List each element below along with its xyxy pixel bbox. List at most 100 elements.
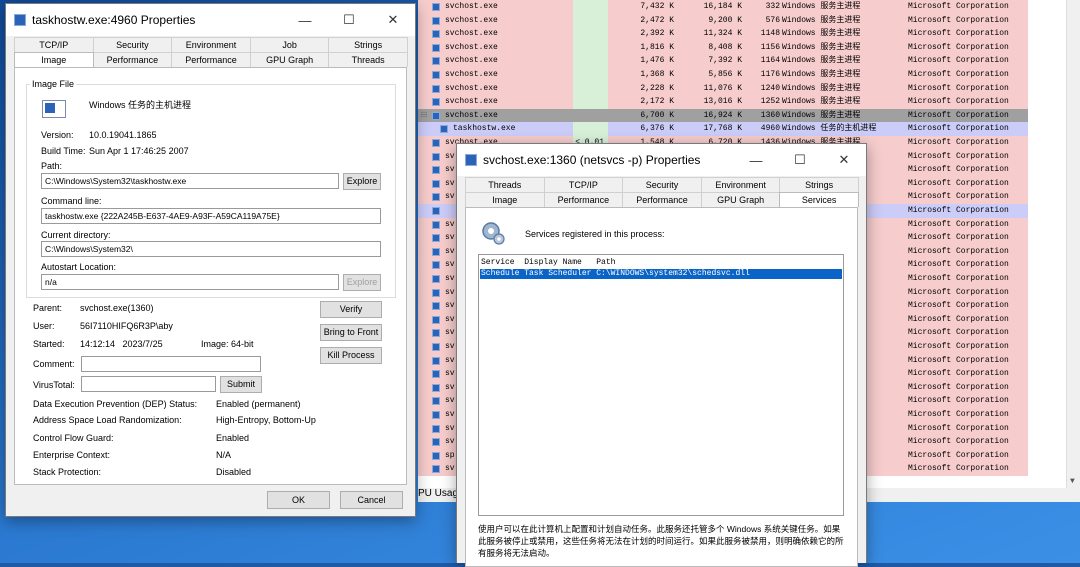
company-name: Microsoft Corporation	[908, 178, 1009, 188]
process-row[interactable]: taskhostw.exe 6,376 K 17,768 K 4960 Windows …	[418, 122, 1080, 136]
close-button[interactable]: ✕	[822, 144, 866, 176]
path-explore-button[interactable]: Explore	[343, 173, 381, 190]
company-name: Microsoft Corporation	[908, 138, 1009, 147]
tab-threads[interactable]: Threads	[328, 52, 408, 67]
process-icon	[432, 71, 440, 79]
file-description: Windows 任务的主机进程	[89, 100, 192, 110]
maximize-button[interactable]: ☐	[778, 144, 822, 176]
autostart-field[interactable]: n/a	[41, 274, 339, 290]
private-bytes: 6,376 K	[640, 124, 674, 134]
scroll-down-icon[interactable]: ▼	[1070, 477, 1075, 486]
service-description: 使用户可以在此计算机上配置和计划自动任务。此服务还托管多个 Windows 系统…	[478, 524, 844, 558]
command-line-field[interactable]: taskhostw.exe {222A245B-E637-4AE9-A93F-A…	[41, 208, 381, 224]
kill-process-button[interactable]: Kill Process	[320, 347, 382, 364]
bring-to-front-button[interactable]: Bring to Front	[320, 324, 382, 341]
svchost-properties-window[interactable]: svchost.exe:1360 (netsvcs -p) Properties…	[456, 143, 867, 567]
taskhostw-properties-window[interactable]: taskhostw.exe:4960 Properties — ☐ ✕ TCP/…	[5, 3, 416, 517]
process-row[interactable]: svchost.exe 2,228 K 11,076 K 1240 Windows 服务…	[418, 81, 1080, 96]
process-icon	[432, 111, 440, 120]
pid: 1252	[760, 97, 780, 107]
started-value: 14:12:14 2023/7/25	[80, 339, 163, 349]
image-tab-panel: Image File Windows 任务的主机进程 Version: 10.0…	[14, 67, 407, 485]
tab-performance[interactable]: Performance	[543, 192, 624, 207]
company-name: Microsoft Corporation	[908, 42, 1009, 52]
services-tab-panel: Services registered in this process: Ser…	[465, 207, 858, 567]
company-name: Microsoft Corporation	[908, 355, 1009, 365]
virustotal-field[interactable]	[81, 376, 216, 392]
tab-performance-graph[interactable]: Performance Graph	[171, 52, 251, 79]
description: Windows 服务主进程	[782, 2, 861, 11]
close-button[interactable]: ✕	[371, 4, 415, 36]
process-row[interactable]: svchost.exe 1,368 K 5,856 K 1176 Windows 服务主…	[418, 68, 1080, 82]
process-name: svchost.exe	[445, 15, 498, 25]
tab-services[interactable]: Services	[779, 192, 859, 207]
tab-tcp-ip[interactable]: TCP/IP	[543, 177, 624, 192]
tab-threads[interactable]: Threads	[465, 177, 545, 192]
description: Windows 任务的主机进程	[782, 124, 877, 134]
private-bytes: 2,228 K	[640, 83, 674, 93]
private-bytes: 2,472 K	[640, 15, 674, 25]
process-row[interactable]: svchost.exe 2,472 K 9,200 K 576 Windows 服务主进…	[418, 13, 1080, 28]
minimize-button[interactable]: —	[734, 144, 778, 176]
verify-button[interactable]: Verify	[320, 301, 382, 318]
vertical-scrollbar[interactable]: ▼	[1066, 0, 1080, 488]
tab-strings[interactable]: Strings	[779, 177, 859, 192]
cpu-cell-bg	[573, 13, 608, 28]
company-name: Microsoft Corporation	[908, 70, 1009, 79]
services-list-row[interactable]: Schedule Task Scheduler C:\WINDOWS\syste…	[480, 269, 842, 279]
tab-environment[interactable]: Environment	[171, 37, 251, 52]
company-name: Microsoft Corporation	[908, 29, 1009, 39]
comment-label: Comment:	[33, 359, 75, 369]
process-icon	[432, 166, 440, 175]
tab-job[interactable]: Job	[249, 37, 330, 52]
tab-performance-graph[interactable]: Performance Graph	[622, 192, 702, 219]
tab-tcp-ip[interactable]: TCP/IP	[14, 37, 94, 52]
version-value: 10.0.19041.1865	[89, 130, 157, 140]
tab-security[interactable]: Security	[622, 177, 702, 192]
description: Windows 服务主进程	[782, 15, 861, 25]
tab-image[interactable]: Image	[465, 192, 545, 207]
virustotal-label: VirusTotal:	[33, 380, 75, 390]
current-directory-field[interactable]: C:\Windows\System32\	[41, 241, 381, 257]
autostart-explore-button[interactable]: Explore	[343, 274, 381, 291]
cancel-button[interactable]: Cancel	[340, 491, 403, 509]
process-row[interactable]: svchost.exe 7,432 K 16,184 K 332 Windows 服务主…	[418, 0, 1080, 14]
tab-security[interactable]: Security	[92, 37, 173, 52]
services-list[interactable]: Service Display Name Path Schedule Task …	[478, 254, 844, 516]
tree-toggle-icon[interactable]: ⊟	[418, 109, 430, 123]
working-set: 16,184 K	[703, 2, 742, 11]
process-row[interactable]: svchost.exe 1,476 K 7,392 K 1164 Windows 服务主…	[418, 54, 1080, 68]
company-name: Microsoft Corporation	[908, 206, 1009, 215]
minimize-button[interactable]: —	[283, 4, 327, 36]
process-icon	[432, 451, 440, 460]
company-name: Microsoft Corporation	[908, 124, 1009, 134]
tab-strings[interactable]: Strings	[328, 37, 408, 52]
submit-button[interactable]: Submit	[220, 376, 262, 393]
title-bar[interactable]: svchost.exe:1360 (netsvcs -p) Properties…	[457, 144, 866, 176]
tab-gpu-graph[interactable]: GPU Graph	[700, 192, 781, 207]
process-row[interactable]: svchost.exe 2,392 K 11,324 K 1148 Windows 服务…	[418, 27, 1080, 41]
process-icon	[432, 57, 440, 66]
path-field[interactable]: C:\Windows\System32\taskhostw.exe	[41, 173, 339, 189]
process-icon	[432, 261, 440, 270]
company-name: Microsoft Corporation	[908, 328, 1009, 338]
company-name: Microsoft Corporation	[908, 342, 1009, 351]
tab-performance[interactable]: Performance	[92, 52, 173, 67]
maximize-button[interactable]: ☐	[327, 4, 371, 36]
process-icon	[432, 438, 440, 447]
process-row[interactable]: svchost.exe 2,172 K 13,016 K 1252 Windows 服务…	[418, 95, 1080, 109]
aslr-value: High-Entropy, Bottom-Up	[216, 415, 316, 425]
title-bar[interactable]: taskhostw.exe:4960 Properties — ☐ ✕	[6, 4, 415, 36]
company-name: Microsoft Corporation	[908, 287, 1009, 297]
process-icon	[432, 302, 440, 311]
tab-image[interactable]: Image	[14, 52, 94, 67]
cpu-cell-bg	[573, 81, 608, 96]
file-icon	[42, 100, 66, 118]
process-row[interactable]: ⊟ svchost.exe 6,700 K 16,924 K 1360 Windows 服…	[418, 108, 1080, 123]
comment-input[interactable]	[81, 356, 261, 372]
tab-gpu-graph[interactable]: GPU Graph	[249, 52, 330, 67]
description: Windows 服务主进程	[782, 97, 861, 107]
tab-environment[interactable]: Environment	[700, 177, 781, 192]
ok-button[interactable]: OK	[267, 491, 330, 509]
process-row[interactable]: svchost.exe 1,816 K 8,408 K 1156 Windows 服务主…	[418, 40, 1080, 55]
